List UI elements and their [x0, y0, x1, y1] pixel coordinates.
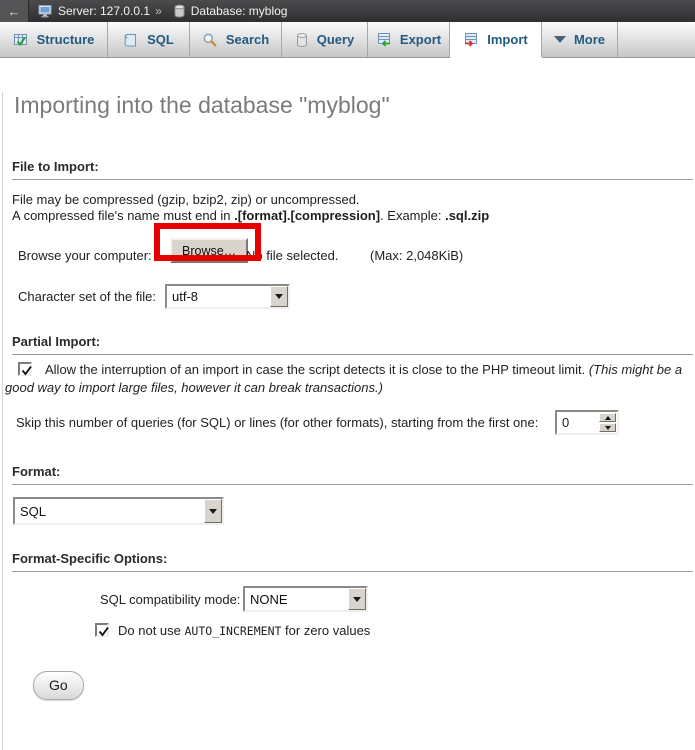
sql-icon	[123, 32, 139, 48]
triangle-up-icon	[605, 416, 611, 420]
format-specific-heading: Format-Specific Options:	[12, 551, 693, 572]
allow-interruption-row: Allow the interruption of an import in c…	[5, 361, 686, 396]
database-icon	[173, 4, 186, 18]
no-file-selected-text: No file selected.	[246, 248, 339, 263]
page-title: Importing into the database "myblog"	[14, 92, 695, 119]
tab-label: Query	[317, 32, 355, 47]
tab-more[interactable]: More	[542, 22, 618, 57]
back-button[interactable]: ←	[0, 0, 29, 22]
structure-icon	[13, 32, 29, 48]
tab-search[interactable]: Search	[190, 22, 282, 57]
format-select-value: SQL	[15, 499, 204, 523]
back-icon: ←	[8, 4, 21, 19]
tab-label: Import	[487, 32, 527, 47]
sql-compat-value: NONE	[245, 588, 348, 610]
skip-queries-row: Skip this number of queries (for SQL) or…	[0, 410, 695, 436]
query-icon	[295, 32, 309, 48]
auto-increment-code: AUTO_INCREMENT	[185, 624, 282, 638]
file-to-import-heading: File to Import:	[12, 159, 693, 180]
triangle-down-icon	[605, 426, 611, 430]
tab-export[interactable]: Export	[368, 22, 450, 57]
skip-queries-label: Skip this number of queries (for SQL) or…	[16, 415, 538, 430]
import-icon	[463, 32, 479, 48]
dropdown-arrow-icon[interactable]	[348, 588, 366, 610]
breadcrumb-database-link[interactable]: Database: myblog	[191, 4, 288, 18]
allow-interruption-checkbox[interactable]	[18, 362, 32, 376]
export-icon	[376, 32, 392, 48]
spin-up-button[interactable]	[599, 413, 616, 422]
zero-values-label: Do not use AUTO_INCREMENT for zero value…	[118, 623, 370, 638]
charset-row: Character set of the file: utf-8	[0, 284, 695, 310]
main-content: Importing into the database "myblog" Fil…	[0, 92, 695, 700]
compression-line1: File may be compressed (gzip, bzip2, zip…	[12, 192, 695, 208]
tab-structure[interactable]: Structure	[0, 22, 108, 57]
tab-import[interactable]: Import	[450, 22, 542, 57]
tab-label: More	[574, 32, 605, 47]
tab-bar: Structure SQL Search Query Export Import…	[0, 22, 695, 58]
spin-down-button[interactable]	[599, 423, 616, 432]
dropdown-arrow-icon[interactable]	[270, 286, 288, 307]
max-size-note: (Max: 2,048KiB)	[370, 248, 463, 263]
tab-label: Export	[400, 32, 441, 47]
charset-select[interactable]: utf-8	[165, 284, 290, 309]
dropdown-arrow-icon[interactable]	[204, 499, 222, 523]
breadcrumb-server-link[interactable]: Server: 127.0.0.1	[58, 4, 150, 18]
charset-select-value: utf-8	[167, 286, 270, 307]
allow-interruption-label: Allow the interruption of an import in c…	[45, 362, 589, 377]
browse-row: Browse your computer: Browse… No file se…	[0, 240, 695, 276]
zero-values-checkbox[interactable]	[95, 623, 109, 637]
tab-label: SQL	[147, 32, 174, 47]
browse-label: Browse your computer:	[18, 248, 152, 263]
go-button[interactable]: Go	[33, 671, 84, 700]
charset-label: Character set of the file:	[18, 289, 156, 304]
sql-compat-row: SQL compatibility mode: NONE	[0, 586, 695, 614]
sql-compat-select[interactable]: NONE	[243, 586, 368, 612]
tab-label: Search	[226, 32, 269, 47]
chevron-down-icon	[554, 36, 566, 43]
sql-compat-label: SQL compatibility mode:	[100, 592, 240, 607]
browse-button[interactable]: Browse…	[170, 238, 248, 263]
format-compression-hint: .[format].[compression]	[234, 208, 380, 223]
breadcrumb-separator: »	[155, 4, 162, 18]
server-icon	[38, 4, 53, 18]
compression-info: File may be compressed (gzip, bzip2, zip…	[12, 192, 695, 224]
search-icon	[202, 32, 218, 48]
example-filename: .sql.zip	[445, 208, 489, 223]
compression-line2: A compressed file's name must end in .[f…	[12, 208, 695, 224]
zero-values-row: Do not use AUTO_INCREMENT for zero value…	[0, 623, 695, 641]
format-select[interactable]: SQL	[13, 497, 224, 525]
skip-queries-input[interactable]: 0	[555, 410, 619, 435]
skip-queries-value[interactable]: 0	[557, 412, 598, 433]
tab-label: Structure	[37, 32, 95, 47]
tab-query[interactable]: Query	[282, 22, 368, 57]
partial-import-heading: Partial Import:	[12, 334, 693, 355]
tab-sql[interactable]: SQL	[108, 22, 190, 57]
breadcrumb: ← Server: 127.0.0.1 » Database: myblog	[0, 0, 695, 22]
format-heading: Format:	[12, 464, 693, 485]
